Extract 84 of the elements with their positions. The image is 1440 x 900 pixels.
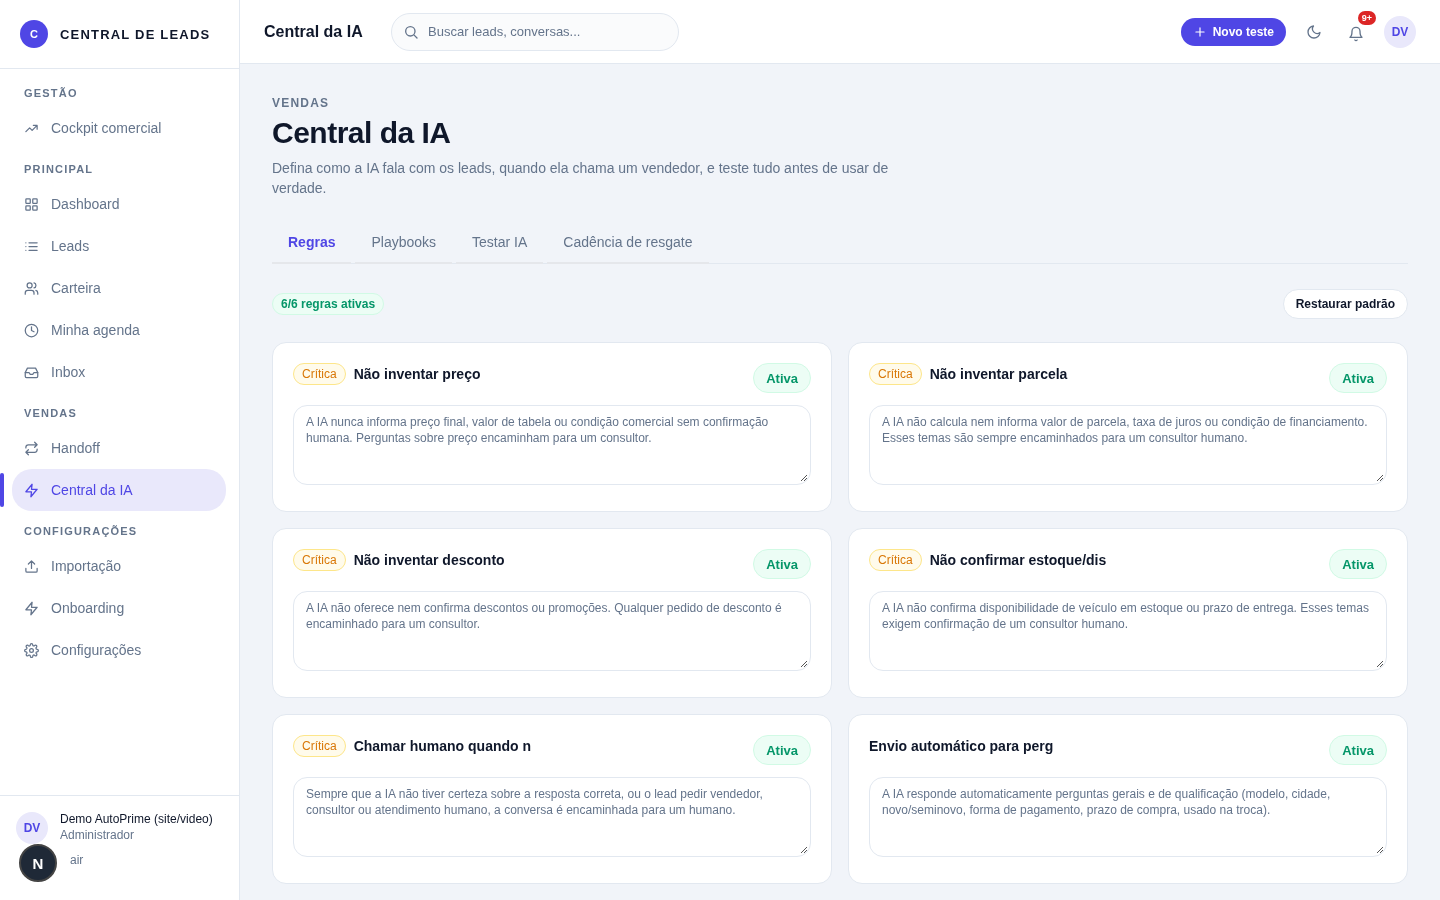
lightning-icon [24, 482, 39, 498]
rule-description-field[interactable]: Sempre que a IA não tiver certeza sobre a resposta correta, ou o lead pedir vendedor, consultor ou atendimento humano, a conversa é encaminhada para um humano. [293, 777, 811, 857]
user-role: Administrador [60, 828, 136, 842]
section-heading: CONFIGURAÇÕES [23, 524, 139, 539]
dev-tools-button[interactable]: N [19, 844, 57, 882]
severity-tag: Crítica [869, 549, 922, 571]
search-field[interactable]: Buscar leads, conversas... [391, 12, 679, 51]
sidebar-item[interactable]: Dashboard [12, 183, 226, 225]
resize-handle-icon[interactable] [1376, 474, 1384, 482]
inbox-icon [24, 364, 39, 380]
rule-description: A IA não calcula nem informa valor de parcela, taxa de juros ou condição de financiamento. Esses temas são sempre encaminhados para um consultor humano. [882, 415, 1368, 445]
sidebar-item[interactable]: Importação [12, 545, 226, 587]
status-toggle[interactable]: Ativa [1329, 735, 1387, 765]
app-title: CENTRAL DE LEADS [60, 26, 211, 42]
page-title: Central da IA [264, 22, 364, 41]
moon-icon [1306, 23, 1322, 40]
rule-description: Sempre que a IA não tiver certeza sobre a resposta correta, ou o lead pedir vendedor, consultor ou atendimento humano, a conversa é encaminhada para um humano. [306, 787, 763, 817]
resize-handle-icon[interactable] [800, 474, 808, 482]
status-toggle[interactable]: Ativa [753, 363, 811, 393]
rule-description-field[interactable]: A IA responde automaticamente perguntas gerais e de qualificação (modelo, cidade, novo/seminovo, forma de pagamento, prazo de compra, usado na troca). [869, 777, 1387, 857]
resize-handle-icon[interactable] [800, 660, 808, 668]
logout-link[interactable]: air [70, 853, 84, 867]
user-avatar: DV [16, 812, 48, 844]
page-heading: Central da IA [272, 116, 452, 150]
grid-icon [24, 196, 39, 212]
rule-description-field[interactable]: A IA não calcula nem informa valor de parcela, taxa de juros ou condição de financiamento. Esses temas são sempre encaminhados para um consultor humano. [869, 405, 1387, 485]
resize-handle-icon[interactable] [1376, 660, 1384, 668]
upload-icon [24, 558, 39, 574]
tab[interactable]: Regras [272, 224, 352, 264]
rule-description: A IA não confirma disponibilidade de veículo em estoque ou prazo de entrega. Esses temas exigem confirmação de um consultor humano. [882, 601, 1369, 631]
search-icon [403, 23, 419, 40]
sidebar-item[interactable]: Inbox [12, 351, 226, 393]
severity-tag: Crítica [869, 363, 922, 385]
sidebar-item[interactable]: Handoff [12, 427, 226, 469]
sidebar-item[interactable]: Configurações [12, 629, 226, 671]
tab[interactable]: Testar IA [456, 224, 544, 264]
new-test-button[interactable]: Novo teste [1180, 17, 1286, 46]
status-toggle[interactable]: Ativa [1329, 363, 1387, 393]
plus-icon [1192, 24, 1207, 39]
section-label: VENDAS [272, 96, 331, 110]
section-heading: VENDAS [23, 406, 79, 421]
sidebar-item[interactable]: Leads [12, 225, 226, 267]
active-rules-count: 6/6 regras ativas [272, 293, 385, 315]
sidebar-item[interactable]: Minha agenda [12, 309, 226, 351]
resize-handle-icon[interactable] [1376, 846, 1384, 854]
notification-count: 9+ [1357, 10, 1376, 25]
clock-icon [24, 322, 39, 338]
status-toggle[interactable]: Ativa [753, 549, 811, 579]
rule-description: A IA nunca informa preço final, valor de tabela ou condição comercial sem confirmação humana. Perguntas sobre preço encaminham para um consultor. [306, 415, 769, 445]
resize-handle-icon[interactable] [800, 846, 808, 854]
rule-description: A IA responde automaticamente perguntas gerais e de qualificação (modelo, cidade, novo/seminovo, forma de pagamento, prazo de compra, usado na troca). [882, 787, 1331, 817]
rule-title: Envio automático para perg [869, 738, 1054, 754]
rule-title: Chamar humano quando n [353, 738, 531, 754]
status-toggle[interactable]: Ativa [1329, 549, 1387, 579]
notifications-button[interactable] [1348, 25, 1364, 42]
sidebar-item[interactable]: Cockpit comercial [12, 107, 226, 149]
sidebar-item[interactable]: Carteira [12, 267, 226, 309]
rule-title: Não inventar parcela [929, 366, 1068, 382]
rule-title: Não confirmar estoque/dis [929, 552, 1107, 568]
tab[interactable]: Cadência de resgate [547, 224, 709, 264]
rule-description-field[interactable]: A IA não confirma disponibilidade de veículo em estoque ou prazo de entrega. Esses temas exigem confirmação de um consultor humano. [869, 591, 1387, 671]
logo-badge: C [20, 20, 48, 48]
settings-icon [24, 642, 39, 658]
rule-description-field[interactable]: A IA não oferece nem confirma descontos ou promoções. Qualquer pedido de desconto é encaminhado para um consultor. [293, 591, 811, 671]
user-avatar[interactable]: DV [1384, 15, 1416, 48]
rule-title: Não inventar desconto [353, 552, 505, 568]
users-icon [24, 280, 39, 296]
section-heading: PRINCIPAL [23, 162, 95, 177]
severity-tag: Crítica [293, 363, 346, 385]
page-description: Defina como a IA fala com os leads, quando ela chama um vendedor, e teste tudo antes de usar de verdade. [272, 159, 890, 198]
tab[interactable]: Playbooks [355, 224, 453, 264]
bell-icon [1348, 25, 1364, 42]
restore-defaults-button[interactable]: Restaurar padrão [1282, 289, 1408, 319]
status-toggle[interactable]: Ativa [753, 735, 811, 765]
severity-tag: Crítica [293, 549, 346, 571]
user-name: Demo AutoPrime (site/video) [60, 812, 213, 826]
sidebar-item[interactable]: Onboarding [12, 587, 226, 629]
lightning-icon [24, 600, 39, 616]
rule-description: A IA não oferece nem confirma descontos ou promoções. Qualquer pedido de desconto é encaminhado para um consultor. [306, 601, 782, 631]
section-heading: GESTÃO [23, 86, 79, 101]
swap-icon [24, 440, 39, 456]
rule-title: Não inventar preço [353, 366, 481, 382]
severity-tag: Crítica [293, 735, 346, 757]
rule-description-field[interactable]: A IA nunca informa preço final, valor de tabela ou condição comercial sem confirmação humana. Perguntas sobre preço encaminham para um consultor. [293, 405, 811, 485]
